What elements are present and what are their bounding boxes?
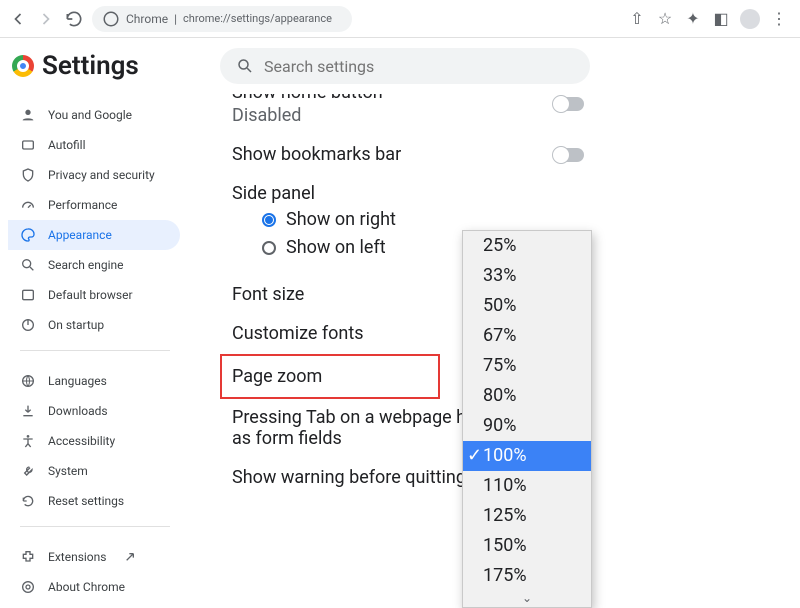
sidebar-item-accessibility[interactable]: Accessibility [8, 426, 180, 456]
autofill-icon [20, 137, 36, 153]
sidebar-item-label: Privacy and security [48, 168, 155, 182]
zoom-option[interactable]: 90% [463, 411, 591, 441]
sidebar-item-about[interactable]: About Chrome [8, 572, 180, 602]
sidebar-item-on-startup[interactable]: On startup [8, 310, 180, 340]
row-label: Show warning before quitting [232, 467, 466, 488]
sidebar-item-label: On startup [48, 318, 104, 332]
zoom-option[interactable]: 33% [463, 261, 591, 291]
search-settings[interactable] [220, 48, 590, 84]
chevron-down-icon[interactable]: ⌄ [463, 591, 591, 607]
sidebar-item-label: Autofill [48, 138, 86, 152]
wrench-icon [20, 463, 36, 479]
zoom-option[interactable]: 150% [463, 531, 591, 561]
page-zoom-dropdown[interactable]: 25%33%50%67%75%80%90%100%110%125%150%175… [462, 230, 592, 608]
sidebar-item-label: You and Google [48, 108, 132, 122]
radio-label: Show on left [286, 234, 386, 262]
search-input[interactable] [264, 57, 574, 76]
share-icon[interactable]: ⇧ [628, 10, 646, 28]
chrome-icon [20, 579, 36, 595]
sidebar: You and Google Autofill Privacy and secu… [0, 94, 220, 608]
sidebar-item-default-browser[interactable]: Default browser [8, 280, 180, 310]
sidebar-item-label: Default browser [48, 288, 133, 302]
browser-icon [20, 287, 36, 303]
sidebar-item-appearance[interactable]: Appearance [8, 220, 180, 250]
kebab-menu-icon[interactable]: ⋮ [770, 10, 788, 28]
page-title: Settings [42, 51, 139, 81]
zoom-option[interactable]: 100% [463, 441, 591, 471]
zoom-option[interactable]: 67% [463, 321, 591, 351]
row-label: Font size [232, 284, 304, 305]
sidebar-item-extensions[interactable]: Extensions [8, 542, 180, 572]
sidebar-item-label: Downloads [48, 404, 108, 418]
sidebar-item-autofill[interactable]: Autofill [8, 130, 180, 160]
sidebar-item-languages[interactable]: Languages [8, 366, 180, 396]
sidebar-item-reset[interactable]: Reset settings [8, 486, 180, 516]
speedometer-icon [20, 197, 36, 213]
person-icon [20, 107, 36, 123]
omnibox-prefix: Chrome [126, 12, 168, 26]
chrome-logo-icon [12, 55, 34, 77]
zoom-option[interactable]: 110% [463, 471, 591, 501]
app-header: Settings [0, 38, 800, 94]
row-show-bookmarks: Show bookmarks bar [220, 136, 590, 175]
reload-button[interactable] [64, 9, 84, 29]
shield-icon [20, 167, 36, 183]
toggle-show-home-button[interactable] [554, 97, 584, 111]
avatar[interactable] [740, 9, 760, 29]
row-label: Page zoom [232, 366, 322, 387]
row-label: Side panel [232, 183, 590, 204]
sidebar-item-search-engine[interactable]: Search engine [8, 250, 180, 280]
chrome-page-icon [102, 10, 120, 28]
sidebar-item-privacy[interactable]: Privacy and security [8, 160, 180, 190]
back-button[interactable] [8, 9, 28, 29]
sidebar-item-label: Search engine [48, 258, 123, 272]
radio-label: Show on right [286, 206, 396, 234]
accessibility-icon [20, 433, 36, 449]
search-icon [20, 257, 36, 273]
sidebar-item-system[interactable]: System [8, 456, 180, 486]
sidebar-item-downloads[interactable]: Downloads [8, 396, 180, 426]
omnibox-url: chrome://settings/appearance [183, 12, 332, 25]
download-icon [20, 403, 36, 419]
sidebar-item-label: System [48, 464, 88, 478]
puzzle-icon [20, 549, 36, 565]
sidebar-item-label: Appearance [48, 228, 112, 242]
sidebar-item-label: Accessibility [48, 434, 115, 448]
row-page-zoom[interactable]: Page zoom [220, 354, 440, 399]
zoom-option[interactable]: 50% [463, 291, 591, 321]
zoom-option[interactable]: 75% [463, 351, 591, 381]
sidebar-item-performance[interactable]: Performance [8, 190, 180, 220]
sidebar-item-label: About Chrome [48, 580, 125, 594]
row-show-home-button: Show home button Disabled [220, 94, 590, 136]
extensions-puzzle-icon[interactable]: ✦ [684, 10, 702, 28]
row-sublabel: Disabled [232, 105, 383, 126]
omnibox[interactable]: Chrome | chrome://settings/appearance [92, 6, 352, 32]
sidebar-item-label: Reset settings [48, 494, 124, 508]
forward-button[interactable] [36, 9, 56, 29]
main-panel: Show home button Disabled Show bookmarks… [220, 94, 800, 608]
palette-icon [20, 227, 36, 243]
sidebar-item-you-and-google[interactable]: You and Google [8, 100, 180, 130]
star-icon[interactable]: ☆ [656, 10, 674, 28]
zoom-option[interactable]: 25% [463, 231, 591, 261]
side-panel-icon[interactable]: ◧ [712, 10, 730, 28]
sidebar-item-label: Performance [48, 198, 117, 212]
row-label: Show bookmarks bar [232, 144, 401, 165]
browser-toolbar: Chrome | chrome://settings/appearance ⇧ … [0, 0, 800, 38]
search-icon [236, 57, 254, 75]
sidebar-item-label: Extensions [48, 550, 106, 564]
reset-icon [20, 493, 36, 509]
zoom-option[interactable]: 125% [463, 501, 591, 531]
row-label: Customize fonts [232, 323, 364, 344]
external-link-icon [122, 549, 138, 565]
zoom-option[interactable]: 80% [463, 381, 591, 411]
row-label: Show home button [232, 94, 383, 103]
zoom-option[interactable]: 175% [463, 561, 591, 591]
toggle-show-bookmarks[interactable] [554, 148, 584, 162]
sidebar-item-label: Languages [48, 374, 107, 388]
globe-icon [20, 373, 36, 389]
power-icon [20, 317, 36, 333]
